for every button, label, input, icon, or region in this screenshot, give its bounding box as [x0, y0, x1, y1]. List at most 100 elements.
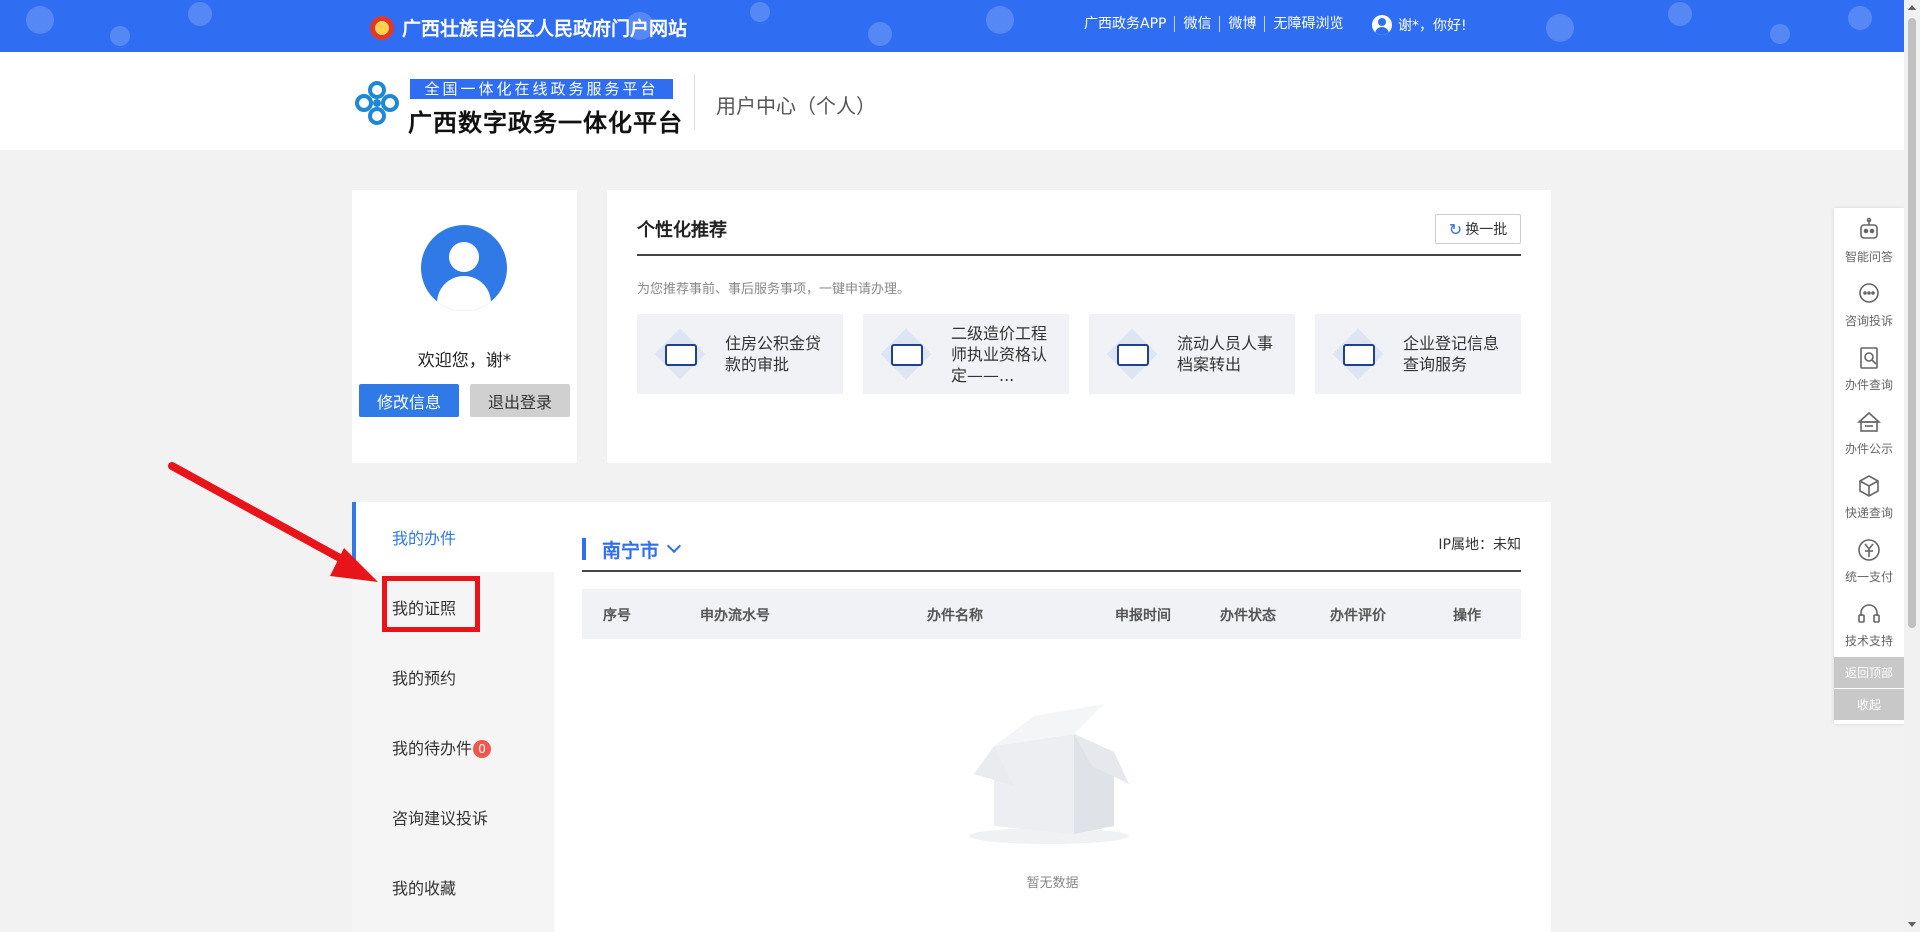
yuan-icon	[1858, 538, 1880, 561]
recommend-title: 个性化推荐	[637, 220, 727, 241]
recommend-subtitle: 为您推荐事前、事后服务事项，一键申请办理。	[637, 282, 911, 297]
header-divider	[694, 74, 695, 130]
column-header: 申办流水号	[700, 608, 770, 624]
decorative-pattern	[26, 2, 1872, 46]
column-header: 办件评价	[1330, 608, 1386, 624]
sidebar-item-label: 我的待办件	[392, 739, 473, 758]
sidebar-item-my-appointments[interactable]: 我的预约	[352, 642, 554, 712]
brand-tagline: 全国一体化在线政务服务平台	[410, 79, 673, 99]
header: 全国一体化在线政务服务平台 广西数字政务一体化平台 用户中心（个人）	[0, 52, 1904, 150]
column-header: 操作	[1453, 608, 1481, 624]
float-item-label: 快递查询	[1844, 505, 1893, 520]
robot-icon	[1860, 217, 1878, 239]
recommend-tiles: 住房公积金贷款的审批 二级造价工程师执业资格认定——... 流动人员人事档案转出…	[637, 314, 1521, 394]
back-to-top-button[interactable]: 返回顶部	[1834, 656, 1904, 688]
user-greeting: 谢*，你好!	[1398, 18, 1467, 34]
sidebar-item-my-favorites[interactable]: 我的收藏	[352, 852, 554, 922]
document-search-icon	[1860, 346, 1878, 369]
column-header: 序号	[603, 608, 631, 624]
service-card-icon	[653, 327, 707, 381]
pending-count-badge: 0	[473, 740, 492, 758]
float-item-label: 智能问答	[1844, 249, 1893, 264]
recommend-tile-label: 住房公积金贷款的审批	[725, 334, 822, 374]
city-label: 南宁市	[602, 539, 660, 562]
chat-icon	[1859, 282, 1879, 303]
recommend-tile-label: 二级造价工程师执业资格认定——...	[951, 323, 1048, 385]
column-header: 办件状态	[1220, 608, 1276, 624]
top-links: 广西政务APP 微信 微博 无障碍浏览	[1076, 16, 1351, 32]
tech-support-button[interactable]: 技术支持	[1834, 592, 1904, 656]
refresh-button[interactable]: ↻ 换一批	[1435, 214, 1521, 244]
ip-location: IP属地：未知	[1438, 537, 1521, 553]
city-selector[interactable]: 南宁市	[582, 538, 682, 562]
scroll-up-icon[interactable]	[1908, 5, 1916, 10]
express-query-button[interactable]: 快递查询	[1834, 464, 1904, 528]
chevron-down-icon	[666, 538, 682, 554]
avatar	[421, 225, 507, 311]
sidebar-item-label: 我的预约	[392, 669, 457, 688]
recommend-tile[interactable]: 企业登记信息查询服务	[1315, 314, 1521, 394]
float-item-label: 咨询投诉	[1844, 313, 1893, 328]
sidebar-item-my-pending[interactable]: 我的待办件 0	[352, 712, 554, 782]
service-card-icon	[879, 327, 933, 381]
case-notice-button[interactable]: 办件公示	[1834, 400, 1904, 464]
cases-panel: 南宁市 IP属地：未知 序号 申办流水号 办件名称 申报时间 办件状态 办件评价…	[554, 502, 1551, 932]
accessibility-link[interactable]: 无障碍浏览	[1265, 16, 1351, 32]
top-bar: 广西壮族自治区人民政府门户网站 广西政务APP 微信 微博 无障碍浏览 谢*，你…	[0, 0, 1904, 52]
scroll-down-icon[interactable]	[1908, 922, 1916, 927]
gov-portal-link[interactable]: 广西壮族自治区人民政府门户网站	[370, 14, 687, 41]
column-header: 申报时间	[1115, 608, 1171, 624]
platform-logo-icon[interactable]	[352, 78, 402, 128]
refresh-label: 换一批	[1465, 222, 1508, 238]
wechat-link[interactable]: 微信	[1175, 16, 1221, 32]
highlight-box	[382, 576, 480, 632]
consult-complaint-button[interactable]: 咨询投诉	[1834, 272, 1904, 336]
package-icon	[1859, 474, 1879, 497]
smart-qa-button[interactable]: 智能问答	[1834, 208, 1904, 272]
gov-portal-title: 广西壮族自治区人民政府门户网站	[402, 18, 688, 40]
refresh-icon: ↻	[1448, 219, 1463, 239]
app-link[interactable]: 广西政务APP	[1076, 16, 1176, 32]
profile-card: 欢迎您，谢* 修改信息 退出登录	[352, 190, 577, 463]
recommend-panel: 个性化推荐 ↻ 换一批 为您推荐事前、事后服务事项，一键申请办理。 住房公积金贷…	[607, 190, 1551, 463]
service-card-icon	[1105, 327, 1159, 381]
headset-icon	[1858, 603, 1880, 623]
scrollbar[interactable]	[1904, 0, 1920, 932]
column-header: 办件名称	[927, 608, 983, 624]
empty-state-text: 暂无数据	[1026, 876, 1079, 891]
recommend-divider	[637, 254, 1521, 256]
table-header: 序号 申办流水号 办件名称 申报时间 办件状态 办件评价 操作	[582, 589, 1521, 639]
sidebar-item-my-cases[interactable]: 我的办件	[352, 502, 554, 572]
sidebar-item-label: 我的收藏	[392, 879, 457, 898]
welcome-text: 欢迎您，谢*	[417, 351, 512, 371]
empty-box-icon	[969, 704, 1129, 844]
sidebar-item-label: 咨询建议投诉	[392, 809, 489, 828]
float-item-label: 技术支持	[1844, 633, 1893, 648]
float-item-label: 统一支付	[1844, 569, 1893, 584]
notice-icon	[1856, 411, 1882, 432]
recommend-tile[interactable]: 住房公积金贷款的审批	[637, 314, 843, 394]
recommend-tile-label: 企业登记信息查询服务	[1403, 334, 1500, 374]
float-item-label: 办件查询	[1844, 377, 1893, 392]
logout-button[interactable]: 退出登录	[470, 384, 570, 417]
panel-divider	[582, 570, 1521, 572]
recommend-tile[interactable]: 流动人员人事档案转出	[1089, 314, 1295, 394]
sidebar-item-label: 我的办件	[392, 529, 457, 548]
unified-payment-button[interactable]: 统一支付	[1834, 528, 1904, 592]
page-title: 用户中心（个人）	[716, 94, 876, 118]
float-item-label: 办件公示	[1844, 441, 1893, 456]
sidebar-item-consult-complaint[interactable]: 咨询建议投诉	[352, 782, 554, 852]
edit-info-button[interactable]: 修改信息	[359, 384, 459, 417]
sidebar-menu: 我的办件 我的证照 我的预约 我的待办件 0 咨询建议投诉 我的收藏	[352, 502, 554, 932]
weibo-link[interactable]: 微博	[1220, 16, 1266, 32]
floating-toolbar: 智能问答 咨询投诉 办件查询 办件公示 快递查询 统一支付 技术支持 返回顶部 …	[1834, 208, 1904, 724]
user-icon	[1372, 15, 1392, 35]
recommend-tile[interactable]: 二级造价工程师执业资格认定——...	[863, 314, 1069, 394]
service-card-icon	[1331, 327, 1385, 381]
recommend-tile-label: 流动人员人事档案转出	[1177, 334, 1274, 374]
user-menu[interactable]: 谢*，你好!	[1372, 15, 1467, 35]
collapse-button[interactable]: 收起	[1834, 688, 1904, 720]
brand-title[interactable]: 广西数字政务一体化平台	[408, 103, 683, 138]
case-query-button[interactable]: 办件查询	[1834, 336, 1904, 400]
scroll-thumb[interactable]	[1908, 18, 1916, 628]
